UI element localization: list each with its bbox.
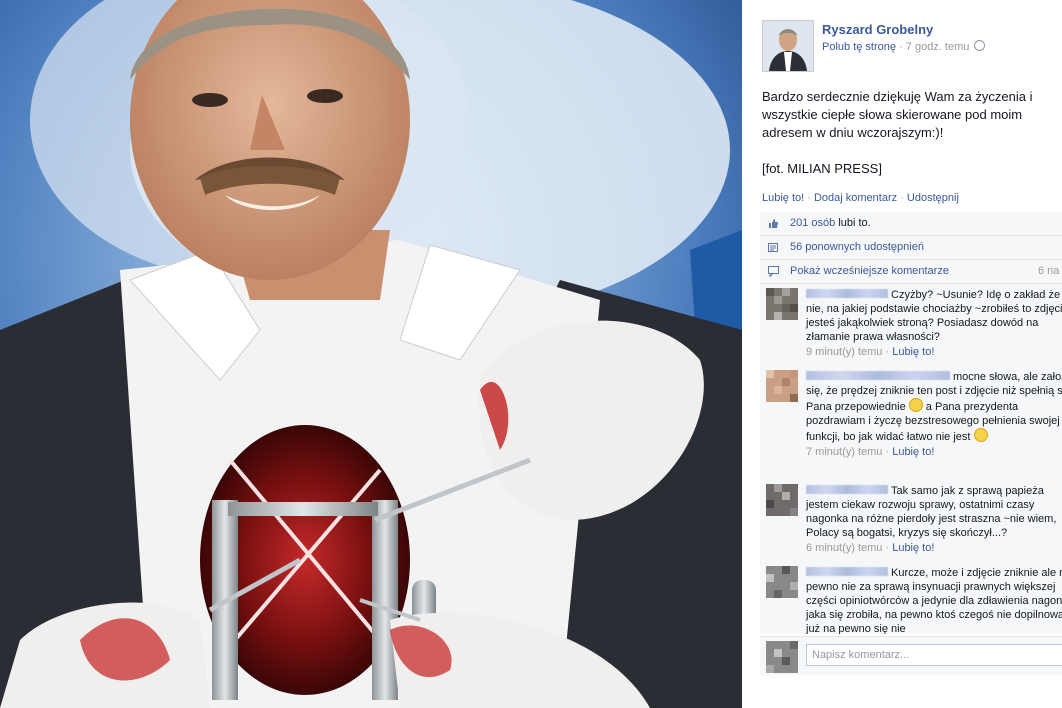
like-link[interactable]: Lubię to! — [762, 192, 804, 204]
show-earlier-comments-link[interactable]: Pokaż wcześniejsze komentarze — [790, 265, 949, 277]
meta-separator: · — [896, 41, 906, 53]
likes-count-link[interactable]: 201 osób — [790, 217, 835, 229]
feedback-summary: 201 osób lubi to. 56 ponownych udostępni… — [760, 212, 1062, 284]
shares-link[interactable]: 56 ponownych udostępnień — [790, 241, 924, 253]
comment-time[interactable]: 7 minut(y) temu — [806, 446, 882, 458]
comment-count: 6 na — [1038, 265, 1060, 277]
action-separator: · — [804, 192, 814, 204]
meta-separator: · — [882, 346, 893, 358]
comment-meta: 7 minut(y) temu · Lubię to! — [806, 445, 1062, 459]
commenter-name-redacted[interactable] — [806, 371, 950, 380]
commenter-avatar-image — [766, 484, 798, 516]
comment-like-link[interactable]: Lubię to! — [892, 346, 934, 358]
globe-icon — [974, 40, 986, 51]
meta-separator: · — [882, 542, 893, 554]
comment-icon — [768, 266, 779, 277]
commenter-avatar[interactable] — [766, 566, 798, 598]
commenter-avatar[interactable] — [766, 288, 798, 320]
post-actions: Lubię to! · Dodaj komentarz · Udostępnij — [762, 192, 959, 204]
action-separator: · — [897, 192, 907, 204]
comment-time[interactable]: 6 minut(y) temu — [806, 542, 882, 554]
post-meta: Polub tę stronę · 7 godz. temu — [822, 40, 986, 53]
comment-composer — [760, 636, 1062, 675]
commenter-avatar[interactable] — [766, 370, 798, 402]
add-comment-link[interactable]: Dodaj komentarz — [814, 192, 897, 204]
page-avatar-image — [763, 21, 813, 71]
page-name[interactable]: Ryszard Grobelny — [822, 22, 933, 37]
viewer-avatar-image — [766, 641, 798, 673]
likes-row: 201 osób lubi to. — [760, 212, 1062, 236]
post-header: Ryszard Grobelny Polub tę stronę · 7 god… — [762, 20, 1062, 72]
commenter-avatar-image — [766, 566, 798, 598]
commenter-avatar[interactable] — [766, 484, 798, 516]
shares-row: 56 ponownych udostępnień — [760, 236, 1062, 260]
photo[interactable] — [0, 0, 742, 708]
comment-meta: 6 minut(y) temu · Lubię to! — [806, 541, 1062, 555]
comment-meta: 9 minut(y) temu · Lubię to! — [806, 345, 1062, 359]
viewer-avatar — [766, 641, 798, 673]
smile-emoji-icon — [908, 398, 923, 412]
meta-separator: · — [882, 446, 893, 458]
commenter-name-redacted[interactable] — [806, 289, 888, 298]
post-panel: Ryszard Grobelny Polub tę stronę · 7 god… — [742, 0, 1062, 708]
commenter-name-redacted[interactable] — [806, 485, 888, 494]
smile-emoji-icon — [973, 428, 988, 442]
post-text: Bardzo serdecznie dziękuję Wam za życzen… — [762, 89, 1033, 176]
comment-like-link[interactable]: Lubię to! — [892, 542, 934, 554]
comment-input[interactable] — [806, 644, 1062, 666]
comment-time[interactable]: 9 minut(y) temu — [806, 346, 882, 358]
commenter-avatar-image — [766, 370, 798, 402]
thumbs-up-icon — [769, 219, 778, 228]
like-page-link[interactable]: Polub tę stronę — [822, 41, 896, 53]
page-avatar[interactable] — [762, 20, 814, 72]
comment-text: Kurcze, może i zdjęcie zniknie ale na pe… — [806, 567, 1062, 634]
post-time[interactable]: 7 godz. temu — [906, 41, 970, 53]
commenter-avatar-image — [766, 288, 798, 320]
photo-image — [0, 0, 742, 708]
commenter-name-redacted[interactable] — [806, 567, 888, 576]
share-link[interactable]: Udostępnij — [907, 192, 959, 204]
comment-like-link[interactable]: Lubię to! — [892, 446, 934, 458]
likes-suffix: lubi to. — [835, 217, 871, 229]
earlier-comments-row: Pokaż wcześniejsze komentarze 6 na — [760, 260, 1062, 284]
share-icon — [768, 243, 778, 252]
comment-list[interactable]: Czyżby? ~Usunie? Idę o zakład że nie, na… — [760, 284, 1062, 634]
